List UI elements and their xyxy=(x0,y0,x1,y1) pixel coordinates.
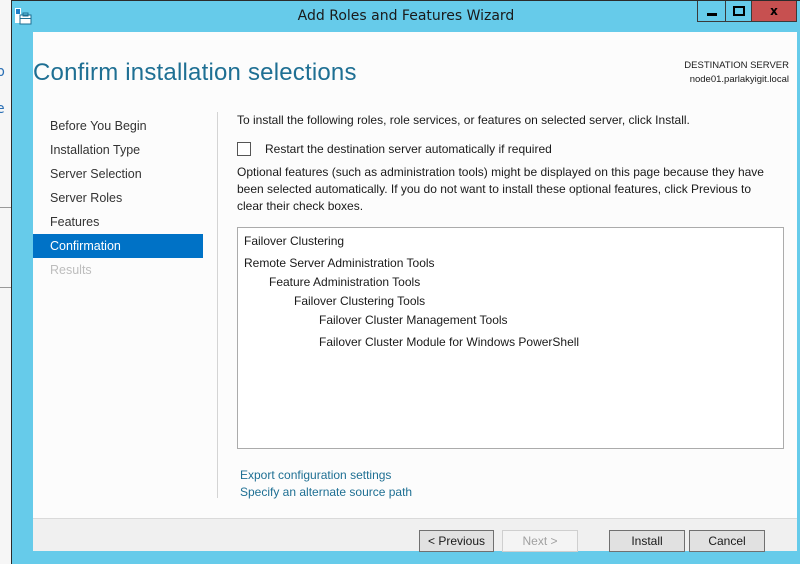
maximize-icon xyxy=(732,6,745,16)
list-item: Failover Cluster Module for Windows Powe… xyxy=(319,335,580,349)
list-item: Feature Administration Tools xyxy=(269,275,421,289)
cancel-button[interactable]: Cancel xyxy=(689,530,765,552)
destination-server-name: node01.parlakyigit.local xyxy=(689,74,789,85)
nav-item-server-roles[interactable]: Server Roles xyxy=(33,186,203,210)
title-bar[interactable]: Add Roles and Features Wizard x xyxy=(12,1,800,32)
restart-checkbox-label[interactable]: Restart the destination server automatic… xyxy=(265,142,552,156)
nav-item-results: Results xyxy=(50,263,92,277)
background-glyph: e xyxy=(0,101,5,117)
nav-item-before-you-begin[interactable]: Before You Begin xyxy=(33,114,203,138)
close-button[interactable]: x xyxy=(751,1,797,22)
minimize-icon xyxy=(706,12,717,16)
nav-item-features[interactable]: Features xyxy=(33,210,203,234)
selections-list[interactable]: Failover Clustering Remote Server Admini… xyxy=(237,227,784,449)
list-item: Remote Server Administration Tools xyxy=(244,256,435,270)
export-configuration-link[interactable]: Export configuration settings xyxy=(240,467,412,484)
wizard-nav: Before You Begin Installation Type Serve… xyxy=(33,114,203,282)
links: Export configuration settings Specify an… xyxy=(240,467,412,501)
minimize-button[interactable] xyxy=(697,1,726,22)
close-icon: x xyxy=(770,4,778,18)
previous-button[interactable]: < Previous xyxy=(419,530,494,552)
wizard-window: Add Roles and Features Wizard x Confirm … xyxy=(11,0,800,564)
wizard-footer: < Previous Next > Install Cancel xyxy=(33,518,797,552)
destination-server: DESTINATION SERVER node01.parlakyigit.lo… xyxy=(684,59,789,87)
list-item: Failover Clustering Tools xyxy=(294,294,426,308)
install-button[interactable]: Install xyxy=(609,530,685,552)
restart-checkbox[interactable] xyxy=(237,142,251,156)
destination-server-label: DESTINATION SERVER xyxy=(684,60,789,71)
nav-item-installation-type[interactable]: Installation Type xyxy=(33,138,203,162)
nav-divider xyxy=(217,112,218,498)
nav-item-server-selection[interactable]: Server Selection xyxy=(33,162,203,186)
maximize-button[interactable] xyxy=(725,1,752,22)
nav-item-confirmation[interactable]: Confirmation xyxy=(33,234,203,258)
restart-option[interactable]: Restart the destination server automatic… xyxy=(237,142,552,156)
wizard-client-area: Confirm installation selections DESTINAT… xyxy=(33,32,797,552)
list-item: Failover Clustering xyxy=(244,234,345,248)
page-title: Confirm installation selections xyxy=(33,59,357,86)
alternate-source-link[interactable]: Specify an alternate source path xyxy=(240,484,412,501)
next-button: Next > xyxy=(502,530,578,552)
list-item: Failover Cluster Management Tools xyxy=(319,313,508,327)
background-glyph: ɒ xyxy=(0,64,5,80)
intro-text: To install the following roles, role ser… xyxy=(237,113,690,127)
optional-features-note: Optional features (such as administratio… xyxy=(237,165,764,213)
window-title: Add Roles and Features Wizard xyxy=(297,8,515,24)
